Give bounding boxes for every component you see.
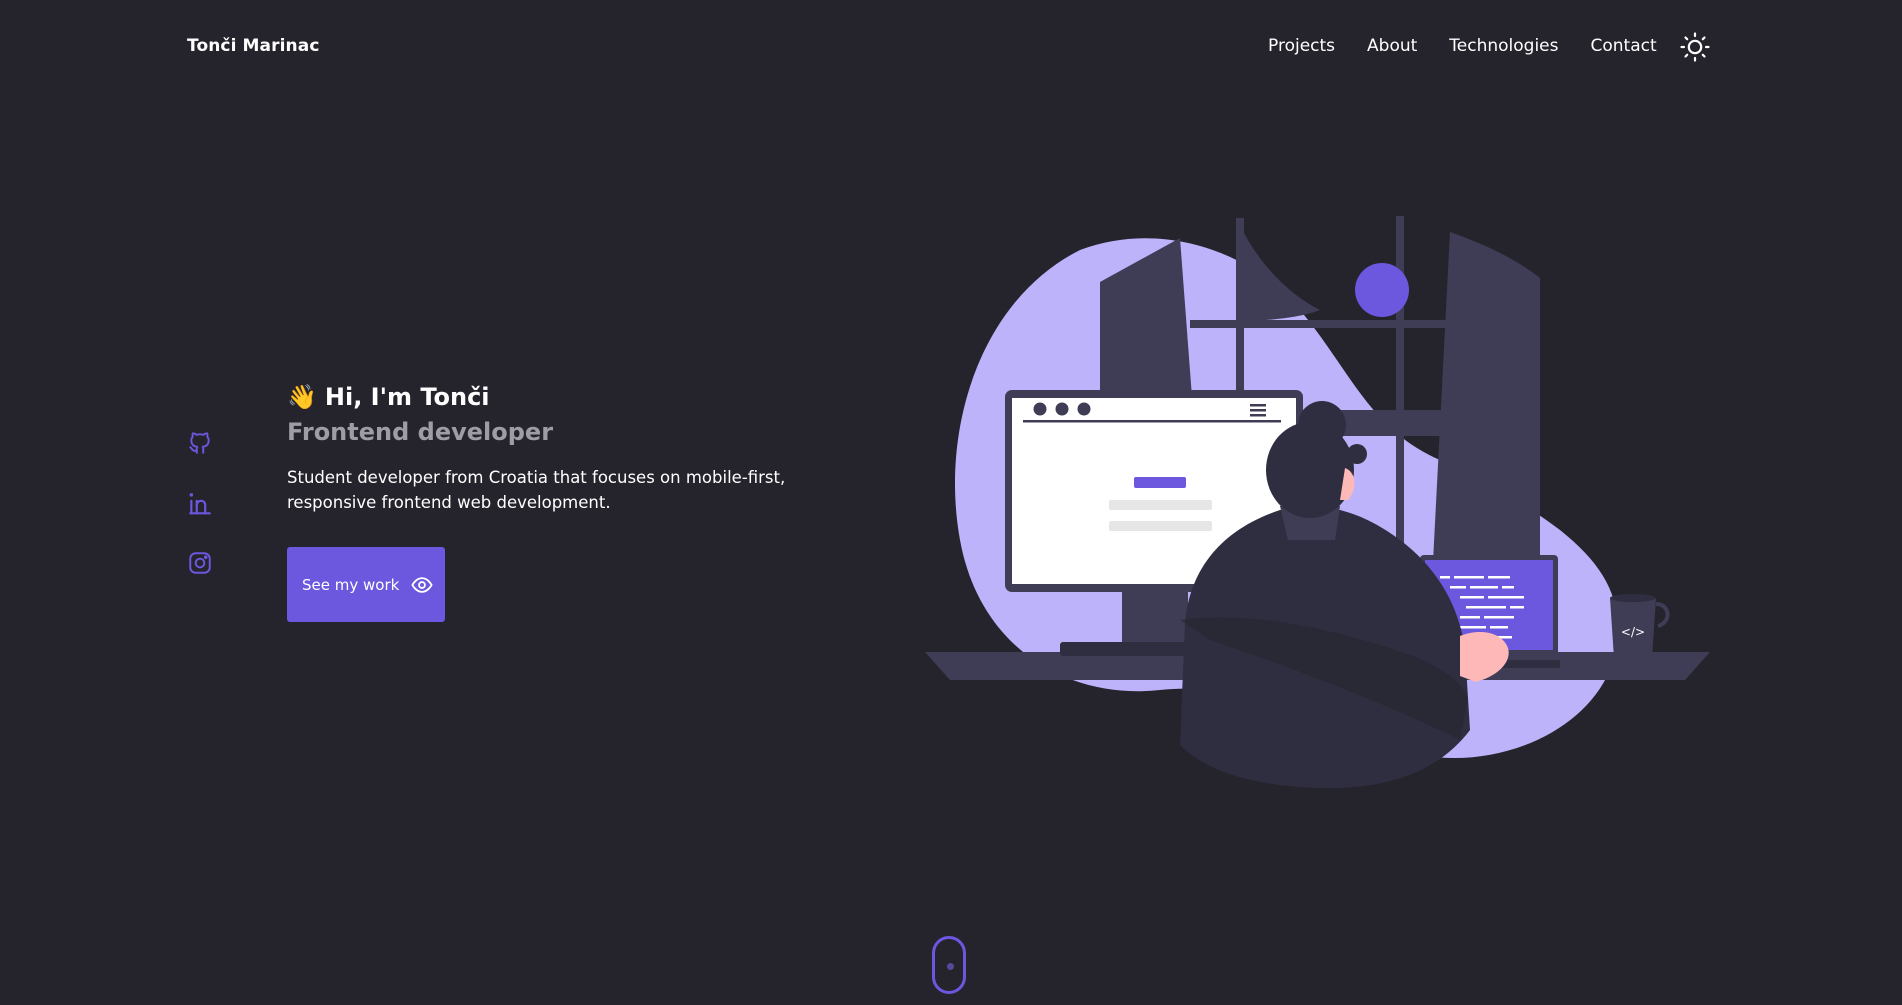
sun-icon <box>1680 32 1710 62</box>
main-nav: Projects About Technologies Contact <box>1268 36 1689 56</box>
nav-link-technologies[interactable]: Technologies <box>1449 36 1558 56</box>
nav-link-projects[interactable]: Projects <box>1268 36 1335 56</box>
site-header: Tonči Marinac Projects About Technologie… <box>0 0 1902 92</box>
instagram-icon <box>189 552 211 574</box>
mug-code-label: </> <box>1621 625 1645 639</box>
developer-illustration: </> <box>920 210 1720 800</box>
see-my-work-button[interactable]: See my work <box>287 547 445 622</box>
wave-emoji: 👋 <box>287 383 317 411</box>
github-link[interactable] <box>187 430 213 456</box>
linkedin-link[interactable] <box>187 490 213 516</box>
instagram-link[interactable] <box>187 550 213 576</box>
nav-link-about[interactable]: About <box>1367 36 1417 56</box>
developer-at-desk-illustration: </> <box>925 216 1710 789</box>
see-my-work-label: See my work <box>302 575 400 594</box>
nav-link-contact[interactable]: Contact <box>1591 36 1657 56</box>
theme-toggle-button[interactable] <box>1680 32 1710 62</box>
hero-section: 👋 Hi, I'm Tonči Frontend developer Stude… <box>287 380 847 622</box>
hero-greeting-text: Hi, I'm Tonči <box>324 383 490 411</box>
github-icon <box>189 432 210 454</box>
hero-greeting: 👋 Hi, I'm Tonči <box>287 380 847 414</box>
eye-icon <box>411 576 433 593</box>
hero-description: Student developer from Croatia that focu… <box>287 468 786 512</box>
brand-name[interactable]: Tonči Marinac <box>187 36 320 56</box>
social-links <box>187 430 213 610</box>
linkedin-icon <box>189 493 211 515</box>
hero-role: Frontend developer <box>287 418 554 446</box>
mouse-scroll-icon <box>947 963 954 970</box>
scroll-down-indicator[interactable] <box>932 936 966 994</box>
